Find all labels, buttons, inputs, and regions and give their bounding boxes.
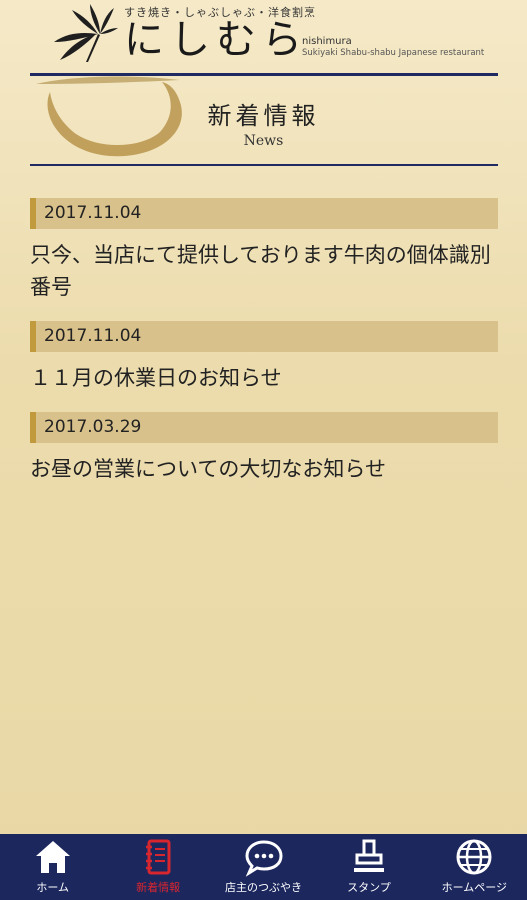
nav-label-home: ホーム: [36, 881, 70, 894]
news-item[interactable]: 2017.11.04 只今、当店にて提供しております牛肉の個体識別番号: [30, 198, 498, 303]
news-title[interactable]: 只今、当店にて提供しております牛肉の個体識別番号: [30, 229, 498, 303]
nav-label-owner-blog: 店主のつぶやき: [225, 881, 303, 894]
home-icon: [35, 841, 70, 873]
nav-item-homepage[interactable]: ホームページ: [422, 834, 527, 900]
notebook-icon: [146, 839, 171, 875]
nav-label-homepage: ホームページ: [441, 881, 508, 894]
news-date: 2017.11.04: [30, 321, 498, 352]
nav-item-home[interactable]: ホーム: [0, 834, 105, 900]
news-date: 2017.11.04: [30, 198, 498, 229]
nav-item-owner-blog[interactable]: 店主のつぶやき: [211, 834, 316, 900]
nav-label-stamp: スタンプ: [347, 881, 391, 894]
stamp-icon: [353, 839, 384, 872]
page-title: 新着情報: [207, 102, 320, 130]
bottom-navigation: ホーム 新着情報 店主のつぶやき スタンプ ホームページ: [0, 834, 527, 900]
restaurant-name: にしむら: [124, 17, 308, 63]
bamboo-leaf-logo: [54, 4, 118, 62]
news-item[interactable]: 2017.11.04 １１月の休業日のお知らせ: [30, 321, 498, 394]
globe-icon: [456, 839, 492, 875]
restaurant-name-roman: nishimura: [302, 36, 352, 47]
page-subtitle: News: [243, 133, 284, 149]
news-title[interactable]: お昼の営業についての大切なお知らせ: [30, 443, 498, 485]
header-divider-bottom: [30, 164, 498, 166]
chat-bubble-icon: [245, 840, 283, 877]
nav-item-news[interactable]: 新着情報: [105, 834, 210, 900]
restaurant-subtitle: Sukiyaki Shabu-shabu Japanese restaurant: [302, 48, 485, 58]
news-date: 2017.03.29: [30, 412, 498, 443]
app-header: すき焼き・しゃぶしゃぶ・洋食割烹 にしむら nishimura Sukiyaki…: [0, 0, 527, 170]
news-list: 2017.11.04 只今、当店にて提供しております牛肉の個体識別番号 2017…: [30, 198, 498, 503]
nav-item-stamp[interactable]: スタンプ: [316, 834, 421, 900]
news-title[interactable]: １１月の休業日のお知らせ: [30, 352, 498, 394]
news-item[interactable]: 2017.03.29 お昼の営業についての大切なお知らせ: [30, 412, 498, 485]
nav-label-news: 新着情報: [136, 881, 181, 894]
